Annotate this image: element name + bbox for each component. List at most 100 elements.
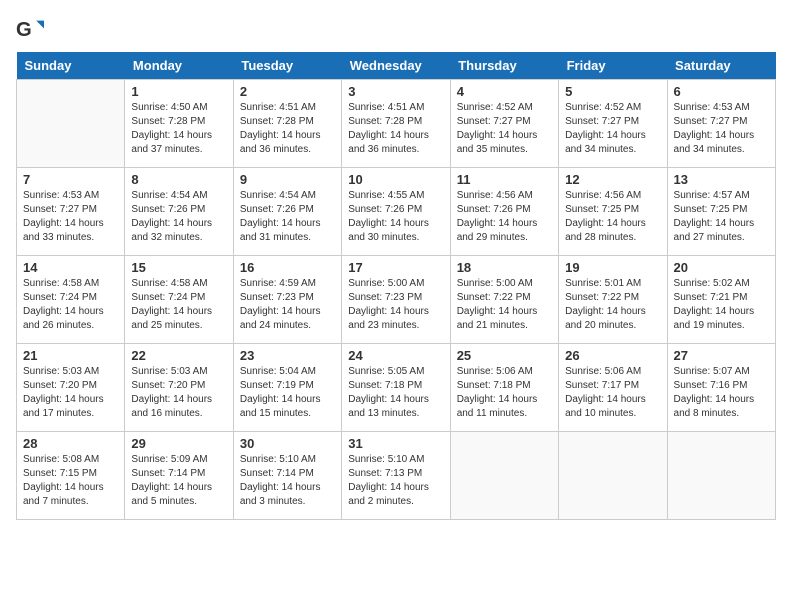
cell-content: Sunrise: 4:54 AMSunset: 7:26 PMDaylight:… <box>240 189 335 245</box>
cell-content: Sunrise: 5:03 AMSunset: 7:20 PMDaylight:… <box>131 365 226 421</box>
day-number: 5 <box>565 84 660 99</box>
cell-content: Sunrise: 5:00 AMSunset: 7:23 PMDaylight:… <box>348 277 443 333</box>
calendar-week-row: 28 Sunrise: 5:08 AMSunset: 7:15 PMDayligh… <box>17 432 776 520</box>
day-number: 15 <box>131 260 226 275</box>
day-number: 9 <box>240 172 335 187</box>
cell-content: Sunrise: 4:52 AMSunset: 7:27 PMDaylight:… <box>457 101 552 157</box>
day-number: 22 <box>131 348 226 363</box>
day-number: 31 <box>348 436 443 451</box>
day-number: 3 <box>348 84 443 99</box>
day-number: 14 <box>23 260 118 275</box>
cell-content: Sunrise: 4:51 AMSunset: 7:28 PMDaylight:… <box>240 101 335 157</box>
day-number: 25 <box>457 348 552 363</box>
calendar-cell: 14 Sunrise: 4:58 AMSunset: 7:24 PMDayligh… <box>17 256 125 344</box>
calendar-cell: 16 Sunrise: 4:59 AMSunset: 7:23 PMDayligh… <box>233 256 341 344</box>
cell-content: Sunrise: 4:51 AMSunset: 7:28 PMDaylight:… <box>348 101 443 157</box>
calendar-cell: 9 Sunrise: 4:54 AMSunset: 7:26 PMDaylight… <box>233 168 341 256</box>
cell-content: Sunrise: 5:02 AMSunset: 7:21 PMDaylight:… <box>674 277 769 333</box>
calendar-cell <box>559 432 667 520</box>
calendar-cell: 3 Sunrise: 4:51 AMSunset: 7:28 PMDaylight… <box>342 80 450 168</box>
day-number: 23 <box>240 348 335 363</box>
day-number: 1 <box>131 84 226 99</box>
calendar-week-row: 7 Sunrise: 4:53 AMSunset: 7:27 PMDaylight… <box>17 168 776 256</box>
calendar-table: SundayMondayTuesdayWednesdayThursdayFrid… <box>16 52 776 520</box>
cell-content: Sunrise: 5:06 AMSunset: 7:17 PMDaylight:… <box>565 365 660 421</box>
cell-content: Sunrise: 4:57 AMSunset: 7:25 PMDaylight:… <box>674 189 769 245</box>
calendar-cell: 18Sunrise: 5:00 AMSunset: 7:22 PMDayligh… <box>450 256 558 344</box>
calendar-cell: 4 Sunrise: 4:52 AMSunset: 7:27 PMDaylight… <box>450 80 558 168</box>
calendar-cell: 7 Sunrise: 4:53 AMSunset: 7:27 PMDaylight… <box>17 168 125 256</box>
cell-content: Sunrise: 4:56 AMSunset: 7:25 PMDaylight:… <box>565 189 660 245</box>
calendar-cell: 26 Sunrise: 5:06 AMSunset: 7:17 PMDayligh… <box>559 344 667 432</box>
day-number: 16 <box>240 260 335 275</box>
day-number: 26 <box>565 348 660 363</box>
calendar-cell <box>450 432 558 520</box>
day-number: 13 <box>674 172 769 187</box>
day-number: 10 <box>348 172 443 187</box>
calendar-cell: 22 Sunrise: 5:03 AMSunset: 7:20 PMDayligh… <box>125 344 233 432</box>
cell-content: Sunrise: 5:03 AMSunset: 7:20 PMDaylight:… <box>23 365 118 421</box>
cell-content: Sunrise: 4:56 AMSunset: 7:26 PMDaylight:… <box>457 189 552 245</box>
calendar-cell: 25Sunrise: 5:06 AMSunset: 7:18 PMDayligh… <box>450 344 558 432</box>
day-number: 24 <box>348 348 443 363</box>
day-number: 8 <box>131 172 226 187</box>
day-header-wednesday: Wednesday <box>342 52 450 80</box>
calendar-cell: 5 Sunrise: 4:52 AMSunset: 7:27 PMDaylight… <box>559 80 667 168</box>
day-number: 29 <box>131 436 226 451</box>
day-number: 20 <box>674 260 769 275</box>
calendar-cell: 21Sunrise: 5:03 AMSunset: 7:20 PMDayligh… <box>17 344 125 432</box>
day-number: 6 <box>674 84 769 99</box>
day-number: 28 <box>23 436 118 451</box>
calendar-cell <box>17 80 125 168</box>
page-header: G <box>16 16 776 44</box>
calendar-cell: 1 Sunrise: 4:50 AMSunset: 7:28 PMDaylight… <box>125 80 233 168</box>
calendar-cell: 11 Sunrise: 4:56 AMSunset: 7:26 PMDayligh… <box>450 168 558 256</box>
calendar-week-row: 1 Sunrise: 4:50 AMSunset: 7:28 PMDaylight… <box>17 80 776 168</box>
day-number: 12 <box>565 172 660 187</box>
cell-content: Sunrise: 4:52 AMSunset: 7:27 PMDaylight:… <box>565 101 660 157</box>
calendar-cell: 8Sunrise: 4:54 AMSunset: 7:26 PMDaylight… <box>125 168 233 256</box>
calendar-cell: 31Sunrise: 5:10 AMSunset: 7:13 PMDayligh… <box>342 432 450 520</box>
cell-content: Sunrise: 4:55 AMSunset: 7:26 PMDaylight:… <box>348 189 443 245</box>
cell-content: Sunrise: 4:53 AMSunset: 7:27 PMDaylight:… <box>23 189 118 245</box>
cell-content: Sunrise: 5:09 AMSunset: 7:14 PMDaylight:… <box>131 453 226 509</box>
calendar-cell: 29 Sunrise: 5:09 AMSunset: 7:14 PMDayligh… <box>125 432 233 520</box>
day-number: 19 <box>565 260 660 275</box>
calendar-header-row: SundayMondayTuesdayWednesdayThursdayFrid… <box>17 52 776 80</box>
cell-content: Sunrise: 4:53 AMSunset: 7:27 PMDaylight:… <box>674 101 769 157</box>
day-header-saturday: Saturday <box>667 52 775 80</box>
calendar-cell <box>667 432 775 520</box>
day-header-tuesday: Tuesday <box>233 52 341 80</box>
calendar-cell: 15Sunrise: 4:58 AMSunset: 7:24 PMDayligh… <box>125 256 233 344</box>
logo: G <box>16 16 48 44</box>
calendar-cell: 2Sunrise: 4:51 AMSunset: 7:28 PMDaylight… <box>233 80 341 168</box>
cell-content: Sunrise: 5:04 AMSunset: 7:19 PMDaylight:… <box>240 365 335 421</box>
calendar-cell: 19 Sunrise: 5:01 AMSunset: 7:22 PMDayligh… <box>559 256 667 344</box>
cell-content: Sunrise: 5:08 AMSunset: 7:15 PMDaylight:… <box>23 453 118 509</box>
calendar-cell: 28 Sunrise: 5:08 AMSunset: 7:15 PMDayligh… <box>17 432 125 520</box>
day-number: 17 <box>348 260 443 275</box>
calendar-cell: 23 Sunrise: 5:04 AMSunset: 7:19 PMDayligh… <box>233 344 341 432</box>
day-number: 11 <box>457 172 552 187</box>
calendar-cell: 30Sunrise: 5:10 AMSunset: 7:14 PMDayligh… <box>233 432 341 520</box>
calendar-cell: 13 Sunrise: 4:57 AMSunset: 7:25 PMDayligh… <box>667 168 775 256</box>
calendar-cell: 20 Sunrise: 5:02 AMSunset: 7:21 PMDayligh… <box>667 256 775 344</box>
calendar-cell: 12 Sunrise: 4:56 AMSunset: 7:25 PMDayligh… <box>559 168 667 256</box>
cell-content: Sunrise: 4:50 AMSunset: 7:28 PMDaylight:… <box>131 101 226 157</box>
svg-text:G: G <box>16 19 32 41</box>
cell-content: Sunrise: 5:01 AMSunset: 7:22 PMDaylight:… <box>565 277 660 333</box>
day-number: 7 <box>23 172 118 187</box>
cell-content: Sunrise: 4:58 AMSunset: 7:24 PMDaylight:… <box>23 277 118 333</box>
day-header-friday: Friday <box>559 52 667 80</box>
day-number: 4 <box>457 84 552 99</box>
cell-content: Sunrise: 5:05 AMSunset: 7:18 PMDaylight:… <box>348 365 443 421</box>
cell-content: Sunrise: 5:07 AMSunset: 7:16 PMDaylight:… <box>674 365 769 421</box>
day-number: 27 <box>674 348 769 363</box>
calendar-cell: 6 Sunrise: 4:53 AMSunset: 7:27 PMDaylight… <box>667 80 775 168</box>
cell-content: Sunrise: 4:59 AMSunset: 7:23 PMDaylight:… <box>240 277 335 333</box>
day-number: 18 <box>457 260 552 275</box>
calendar-week-row: 14 Sunrise: 4:58 AMSunset: 7:24 PMDayligh… <box>17 256 776 344</box>
calendar-cell: 17 Sunrise: 5:00 AMSunset: 7:23 PMDayligh… <box>342 256 450 344</box>
calendar-cell: 27 Sunrise: 5:07 AMSunset: 7:16 PMDayligh… <box>667 344 775 432</box>
calendar-cell: 24 Sunrise: 5:05 AMSunset: 7:18 PMDayligh… <box>342 344 450 432</box>
